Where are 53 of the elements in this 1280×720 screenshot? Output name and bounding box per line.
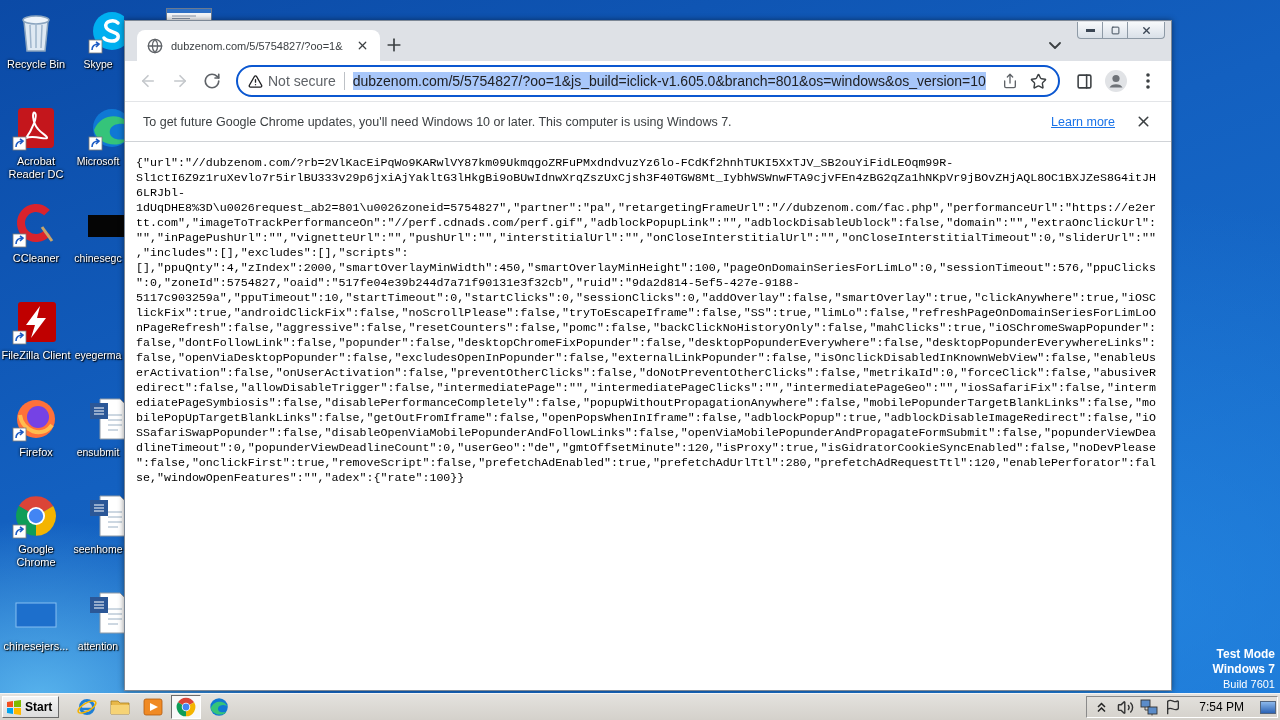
avatar-icon — [1105, 70, 1127, 92]
url-text[interactable]: dubzenom.com/5/5754827/?oo=1&js_build=iclick-v1.605.0&branch=801&os=windows&os_version=10 — [352, 72, 986, 90]
warning-icon — [248, 73, 263, 89]
minimize-button[interactable] — [1077, 22, 1103, 39]
windows-logo-icon — [6, 699, 22, 715]
desktop-icon-label: Recycle Bin — [6, 58, 66, 71]
infobar-message: To get future Google Chrome updates, you'll need Windows 10 or later. This computer is using Windows 7. — [143, 114, 732, 129]
kebab-menu-icon — [1146, 73, 1150, 89]
browser-tab[interactable]: dubzenom.com/5/5754827/?oo=1& — [137, 30, 380, 61]
browser-icon — [76, 696, 99, 718]
reload-icon — [203, 72, 221, 90]
speaker-icon[interactable] — [1116, 698, 1134, 716]
address-bar[interactable]: Not secure dubzenom.com/5/5754827/?oo=1&js_build=iclick-v1.605.0&branch=801&os=windows&os_version=10 — [236, 65, 1060, 97]
desktop-icon-label: ensubmit — [76, 446, 120, 459]
forward-arrow-icon — [171, 72, 189, 90]
desktop-icon-label: FileZilla Client — [1, 349, 71, 362]
desktop-icon-label: CCleaner — [12, 252, 60, 265]
close-icon — [1140, 24, 1152, 36]
desktop-icon-label: Skype — [83, 58, 113, 71]
build-number-text: Build 7601 — [1223, 677, 1275, 692]
test-mode-text: Test Mode — [1216, 647, 1275, 662]
chevron-down-icon — [1049, 41, 1061, 49]
show-desktop-button[interactable] — [1260, 700, 1276, 714]
double-chevron-up-icon[interactable] — [1096, 701, 1106, 713]
security-indicator[interactable]: Not secure — [248, 73, 336, 89]
windows-edition-text: Windows 7 — [1212, 662, 1275, 677]
globe-icon — [147, 37, 163, 54]
star-icon — [1029, 72, 1047, 90]
minimize-icon — [1085, 28, 1095, 32]
side-panel-icon — [1075, 72, 1093, 90]
chrome-icon — [175, 696, 198, 718]
desktop-icon-label: eyegerma — [74, 349, 122, 362]
desktop-icon-label: attention — [77, 640, 119, 653]
flag-icon[interactable] — [1165, 699, 1182, 715]
desktop-icon-label: Acrobat Reader DC — [7, 155, 65, 181]
profile-button[interactable] — [1102, 67, 1130, 95]
network-icon[interactable] — [1140, 698, 1159, 716]
maximize-icon — [1110, 25, 1120, 35]
desktop-icon-label: seenhome — [73, 543, 123, 556]
desktop-icon-label: Microsoft — [76, 155, 120, 168]
taskbar-app-button[interactable] — [171, 695, 202, 719]
clock-text[interactable]: 7:54 PM — [1199, 700, 1244, 714]
desktop-icon-label: chinesegc — [74, 252, 122, 265]
swirl-app-icon — [208, 696, 231, 718]
start-button[interactable]: Start — [2, 696, 60, 718]
desktop-icon-label: Google Chrome — [15, 543, 57, 569]
close-button[interactable] — [1127, 22, 1165, 39]
desktop-icon-label: chinesejers... — [3, 640, 69, 653]
share-icon — [1002, 73, 1018, 89]
json-text: {"url":"//dubzenom.com/?rb=2VlKacEiPqWo9KARwlVY87km09UkmqgoZRFuPMxdndvuzYz6lo-FCdKf2hnhTUKI5XxTJV_SB2ouYiFidLEOqm99R- Sl1ctI6Z9z1ruXevlo7r5irlBU333v29p6jxiAjYakltG3lHkgBi9oBUwIdnwXrqZszUxCjsh3F40TGW8Mt_IybhWSWnwFTA9cjvFEn4zBG2qZa1hNKpVr9jBOvZHjAQL8OC1BXJZeS8G4itJH 6LRJbl- 1dUqDHE8%3D\u0026request_ab2=801\u0026zoneid=5754827","partner":"pa","retargetingFrameUrl":"//dubzenom.com/fac.php","performanceUrl":"https://e2er tt.com","imageToTrackPerformanceOn":"//perf.cdnads.com/perf.gif","adblockPopupLink":"","adblockDisableUblock":false,"domain":"","extraOnclickUrl": "","inPagePushUrl":"","vignetteUrl":"","pushUrl":"","interstitialUrl":"","onCloseInterstitialUrl":"","onCloseInterstitialTimeout":0,"sliderUrl":"" ,"includes":[],"excludes":[],"scripts": [],"ppuQnty":4,"zIndex":2000,"smartOverlayMinWidth":450,"smartOverlayMinHeight":100,"pageOnDomainSeriesForLimLo":0,"sessionTimeout":576,"ppuClicks ":0,"zoneId":5754827,"oaid":"517fe04e39b244d7a71f90131e3f32cb","ruid":"9da2d814-5ef5-427e-9188- 5117c903259a","ppuTimeout":10,"startTimeout":0,"startClicks":0,"sessionClicks":0,"addOverlay":false,"smartOverlay":true,"clickAnywhere":true,"iOSC lickFix":true,"androidClickFix":false,"noScrollPlease":false,"tryToEscapeIframe":false,"SS":true,"limLo":false,"refreshPageOnDomainSeriesForLimLoO nPageRefresh":false,"aggressive":false,"resetCounters":false,"pomc":false,"backClickNoHistoryOnly":false,"mahClicks":true,"iOSChromeSwapPopunder": false,"dontFollowLink":false,"popunder":false,"desktopChromeFixPopunder":false,"desktopPopunderEverywhere":false,"desktopPopunderEverywhereLinks": false,"openViaDesktopPopunder":false,"excludesOpenInPopunder":false,"externalLinkPopunder":false,"isOnclickDisabledInKnownWebView":false,"enableUs erActivation":false,"onUserActivation":false,"preventOtherClicks":false,"doNotPreventOtherClicks":false,"metrikaId":0,"forceClick":false,"abusiveR edirect":false,"allowDisableTrigger":false,"intermediatePage":"","intermediatePageClicks":"","intermediatePageGeo":"","iosSafariFix":false,"interm ediatePageSymbiosis":false,"disablePerformanceCompletely":false,"popupWithoutPropagationAnywhere":false,"mobilePopunderTargetBlankLinks":false,"mo bilePopUpTargetBlankLinks":false,"getOutFromIframe":false,"openPopsWhenInIframe":false,"adblockPopup":true,"adblockDisableImageRedirect":false,"iO SSafariSwapPopunder":false,"disableOpenViaMobilePopunderAndFollowLinks":false,"openViaMobilePopunderAndPropagateFormSubmit":false,"popunderViewDea dlineTimeout":0,"popunderViewDeadlineCount":0,"userGeo":"de","gmtOffsetMinute":120,"isProxy":true,"isGidratorCookieSyncEnabled":false,"noDevPlease ":false,"onclickFirst":true,"removeScript":false,"prefetchAdEnabled":true,"prefetchAdUrlTtl":280,"prefetchAdRequestTtl":120,"enablePerforator":fal se,"windowOpenFeatures":"","adex":{"rate":100}} — [136, 155, 1157, 485]
desktop-icon-label: Firefox — [19, 446, 53, 459]
document-icon[interactable] — [166, 8, 212, 20]
learn-more-link[interactable]: Learn more — [1051, 114, 1115, 129]
